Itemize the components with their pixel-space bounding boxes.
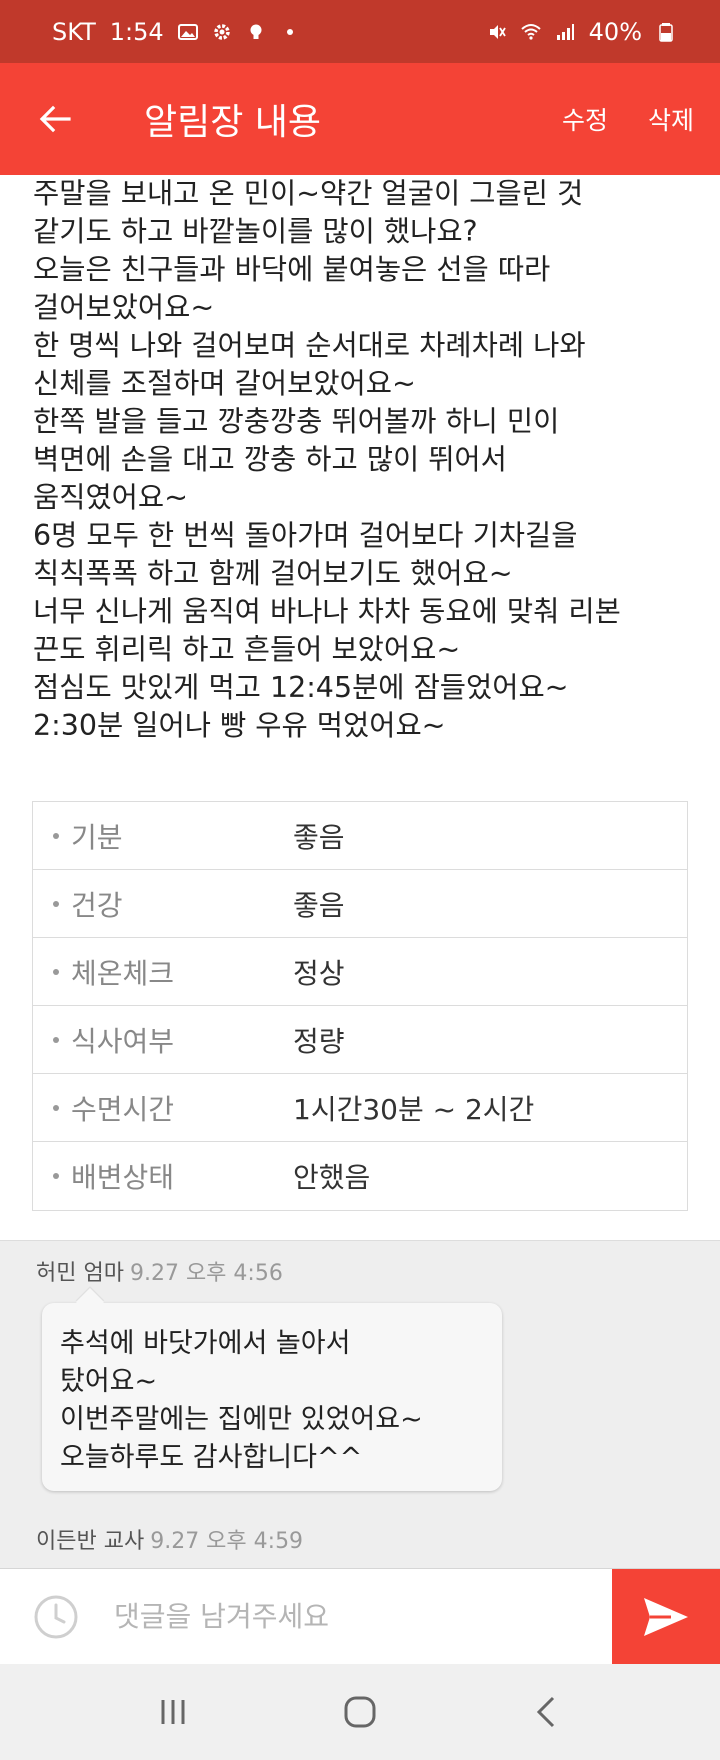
comment-line: 오늘하루도 감사합니다^^ [60, 1442, 363, 1473]
status-left: SKT 1:54 [52, 18, 300, 46]
delete-button[interactable]: 삭제 [628, 101, 720, 137]
label-text: 체온체크 [71, 956, 175, 990]
comment-header: 이든반 교사 9.27 오후 4:59 [36, 1523, 303, 1555]
notice-content: 주말을 보내고 온 민이~약간 얼굴이 그을린 것 같기도 하고 바깥놀이를 많… [0, 175, 720, 745]
clock-label: 1:54 [109, 17, 164, 46]
back-button[interactable] [0, 63, 110, 175]
comment-author: 이든반 교사 [36, 1529, 145, 1554]
signal-icon [555, 22, 575, 42]
comment-line: 추석에 바닷가에서 놀아서 [60, 1328, 351, 1359]
system-nav-bar [0, 1664, 720, 1760]
notice-line: 한쪽 발을 들고 깡충깡충 뛰어볼까 하니 민이 [33, 405, 560, 438]
comment-time: 9.27 오후 4:56 [129, 1261, 283, 1286]
row-value: 안했음 [293, 1161, 371, 1194]
notice-line: 점심도 맛있게 먹고 12:45분에 잠들었어요~ [33, 671, 569, 704]
settings-icon [212, 22, 232, 42]
carrier-label: SKT [52, 17, 96, 46]
notice-line: 2:30분 일어나 빵 우유 먹었어요~ [33, 709, 446, 742]
notice-line: 오늘은 친구들과 바닥에 붙여놓은 선을 따라 [33, 253, 551, 286]
bullet-icon [53, 832, 59, 839]
table-row: 배변상태 안했음 [33, 1142, 687, 1210]
notice-line: 신체를 조절하며 갈어보았어요~ [33, 367, 416, 400]
comment-list[interactable]: 허민 엄마 9.27 오후 4:56 추석에 바닷가에서 놀아서 탔어요~ 이번주… [0, 1240, 720, 1568]
row-label: 수면시간 [33, 1088, 293, 1128]
home-icon [344, 1696, 376, 1728]
bullet-icon [53, 968, 59, 975]
table-row: 건강 좋음 [33, 870, 687, 938]
arrow-left-icon [39, 105, 71, 133]
label-text: 수면시간 [71, 1092, 175, 1126]
label-text: 식사여부 [71, 1024, 175, 1058]
image-icon [177, 22, 198, 42]
bullet-icon [53, 1104, 59, 1111]
dot-icon [280, 22, 300, 42]
home-button[interactable] [330, 1682, 390, 1742]
row-value: 정상 [293, 956, 345, 990]
comment-input-bar [0, 1568, 720, 1665]
row-label: 배변상태 [33, 1156, 293, 1196]
row-value: 좋음 [293, 820, 345, 854]
comment-line: 탔어요~ [60, 1366, 158, 1397]
notice-body: 주말을 보내고 온 민이~약간 얼굴이 그을린 것 같기도 하고 바깥놀이를 많… [0, 175, 720, 745]
notice-line: 한 명씩 나와 걸어보며 순서대로 차례차례 나와 [33, 329, 586, 362]
nav-back-button[interactable] [517, 1682, 577, 1742]
status-table: 기분 좋음 건강 좋음 체온체크 정상 식사여부 정량 수면시간 1시간30분 … [32, 801, 688, 1211]
comment-author: 허민 엄마 [36, 1261, 124, 1286]
label-text: 건강 [71, 888, 123, 922]
label-text: 배변상태 [71, 1161, 175, 1194]
notice-line: 주말을 보내고 온 민이~약간 얼굴이 그을린 것 [33, 177, 584, 210]
notice-line: 6명 모두 한 번씩 돌아가며 걸어보다 기차길을 [33, 519, 578, 552]
bullet-icon [53, 1173, 59, 1179]
notice-line: 같기도 하고 바깥놀이를 많이 했나요? [33, 215, 478, 248]
recent-apps-button[interactable] [143, 1682, 203, 1742]
notice-line: 움직였어요~ [33, 481, 188, 514]
send-icon [644, 1598, 688, 1636]
table-row: 식사여부 정량 [33, 1006, 687, 1074]
bullet-icon [53, 1036, 59, 1043]
label-text: 기분 [71, 820, 123, 854]
mute-icon [487, 22, 507, 42]
row-label: 체온체크 [33, 952, 293, 992]
table-row: 체온체크 정상 [33, 938, 687, 1006]
row-label: 식사여부 [33, 1020, 293, 1060]
send-button[interactable] [612, 1569, 720, 1665]
comment-line: 이번주말에는 집에만 있었어요~ [60, 1404, 423, 1435]
status-bar: SKT 1:54 40% [0, 0, 720, 63]
battery-icon [656, 22, 676, 42]
clock-icon[interactable] [32, 1593, 80, 1641]
notice-line: 끈도 휘리릭 하고 흔들어 보았어요~ [33, 633, 461, 666]
comment-bubble: 추석에 바닷가에서 놀아서 탔어요~ 이번주말에는 집에만 있었어요~ 오늘하루… [42, 1303, 502, 1491]
chevron-left-icon [536, 1696, 554, 1728]
table-row: 기분 좋음 [33, 802, 687, 870]
status-right: 40% [487, 18, 676, 46]
table-row: 수면시간 1시간30분 ~ 2시간 [33, 1074, 687, 1142]
row-value: 정량 [293, 1024, 345, 1058]
notice-line: 너무 신나게 움직여 바나나 차차 동요에 맞춰 리본 [33, 595, 621, 628]
page-title: 알림장 내용 [144, 102, 322, 143]
wifi-icon [520, 22, 541, 42]
bulb-icon [246, 22, 266, 42]
comment-header: 허민 엄마 9.27 오후 4:56 [36, 1255, 283, 1287]
app-bar: 알림장 내용 수정 삭제 [0, 63, 720, 175]
comment-input[interactable] [114, 1600, 574, 1633]
recent-apps-icon [161, 1700, 185, 1724]
row-label: 기분 [33, 816, 293, 856]
comment-time: 9.27 오후 4:59 [150, 1529, 304, 1554]
bullet-icon [53, 900, 59, 907]
edit-button[interactable]: 수정 [542, 101, 628, 137]
row-value: 1시간30분 ~ 2시간 [293, 1092, 535, 1126]
row-label: 건강 [33, 884, 293, 924]
notice-line: 칙칙폭폭 하고 함께 걸어보기도 했어요~ [33, 557, 513, 590]
row-value: 좋음 [293, 888, 345, 922]
battery-label: 40% [588, 17, 642, 46]
notice-line: 벽면에 손을 대고 깡충 하고 많이 뛰어서 [33, 443, 507, 476]
notice-line: 걸어보았어요~ [33, 291, 215, 324]
